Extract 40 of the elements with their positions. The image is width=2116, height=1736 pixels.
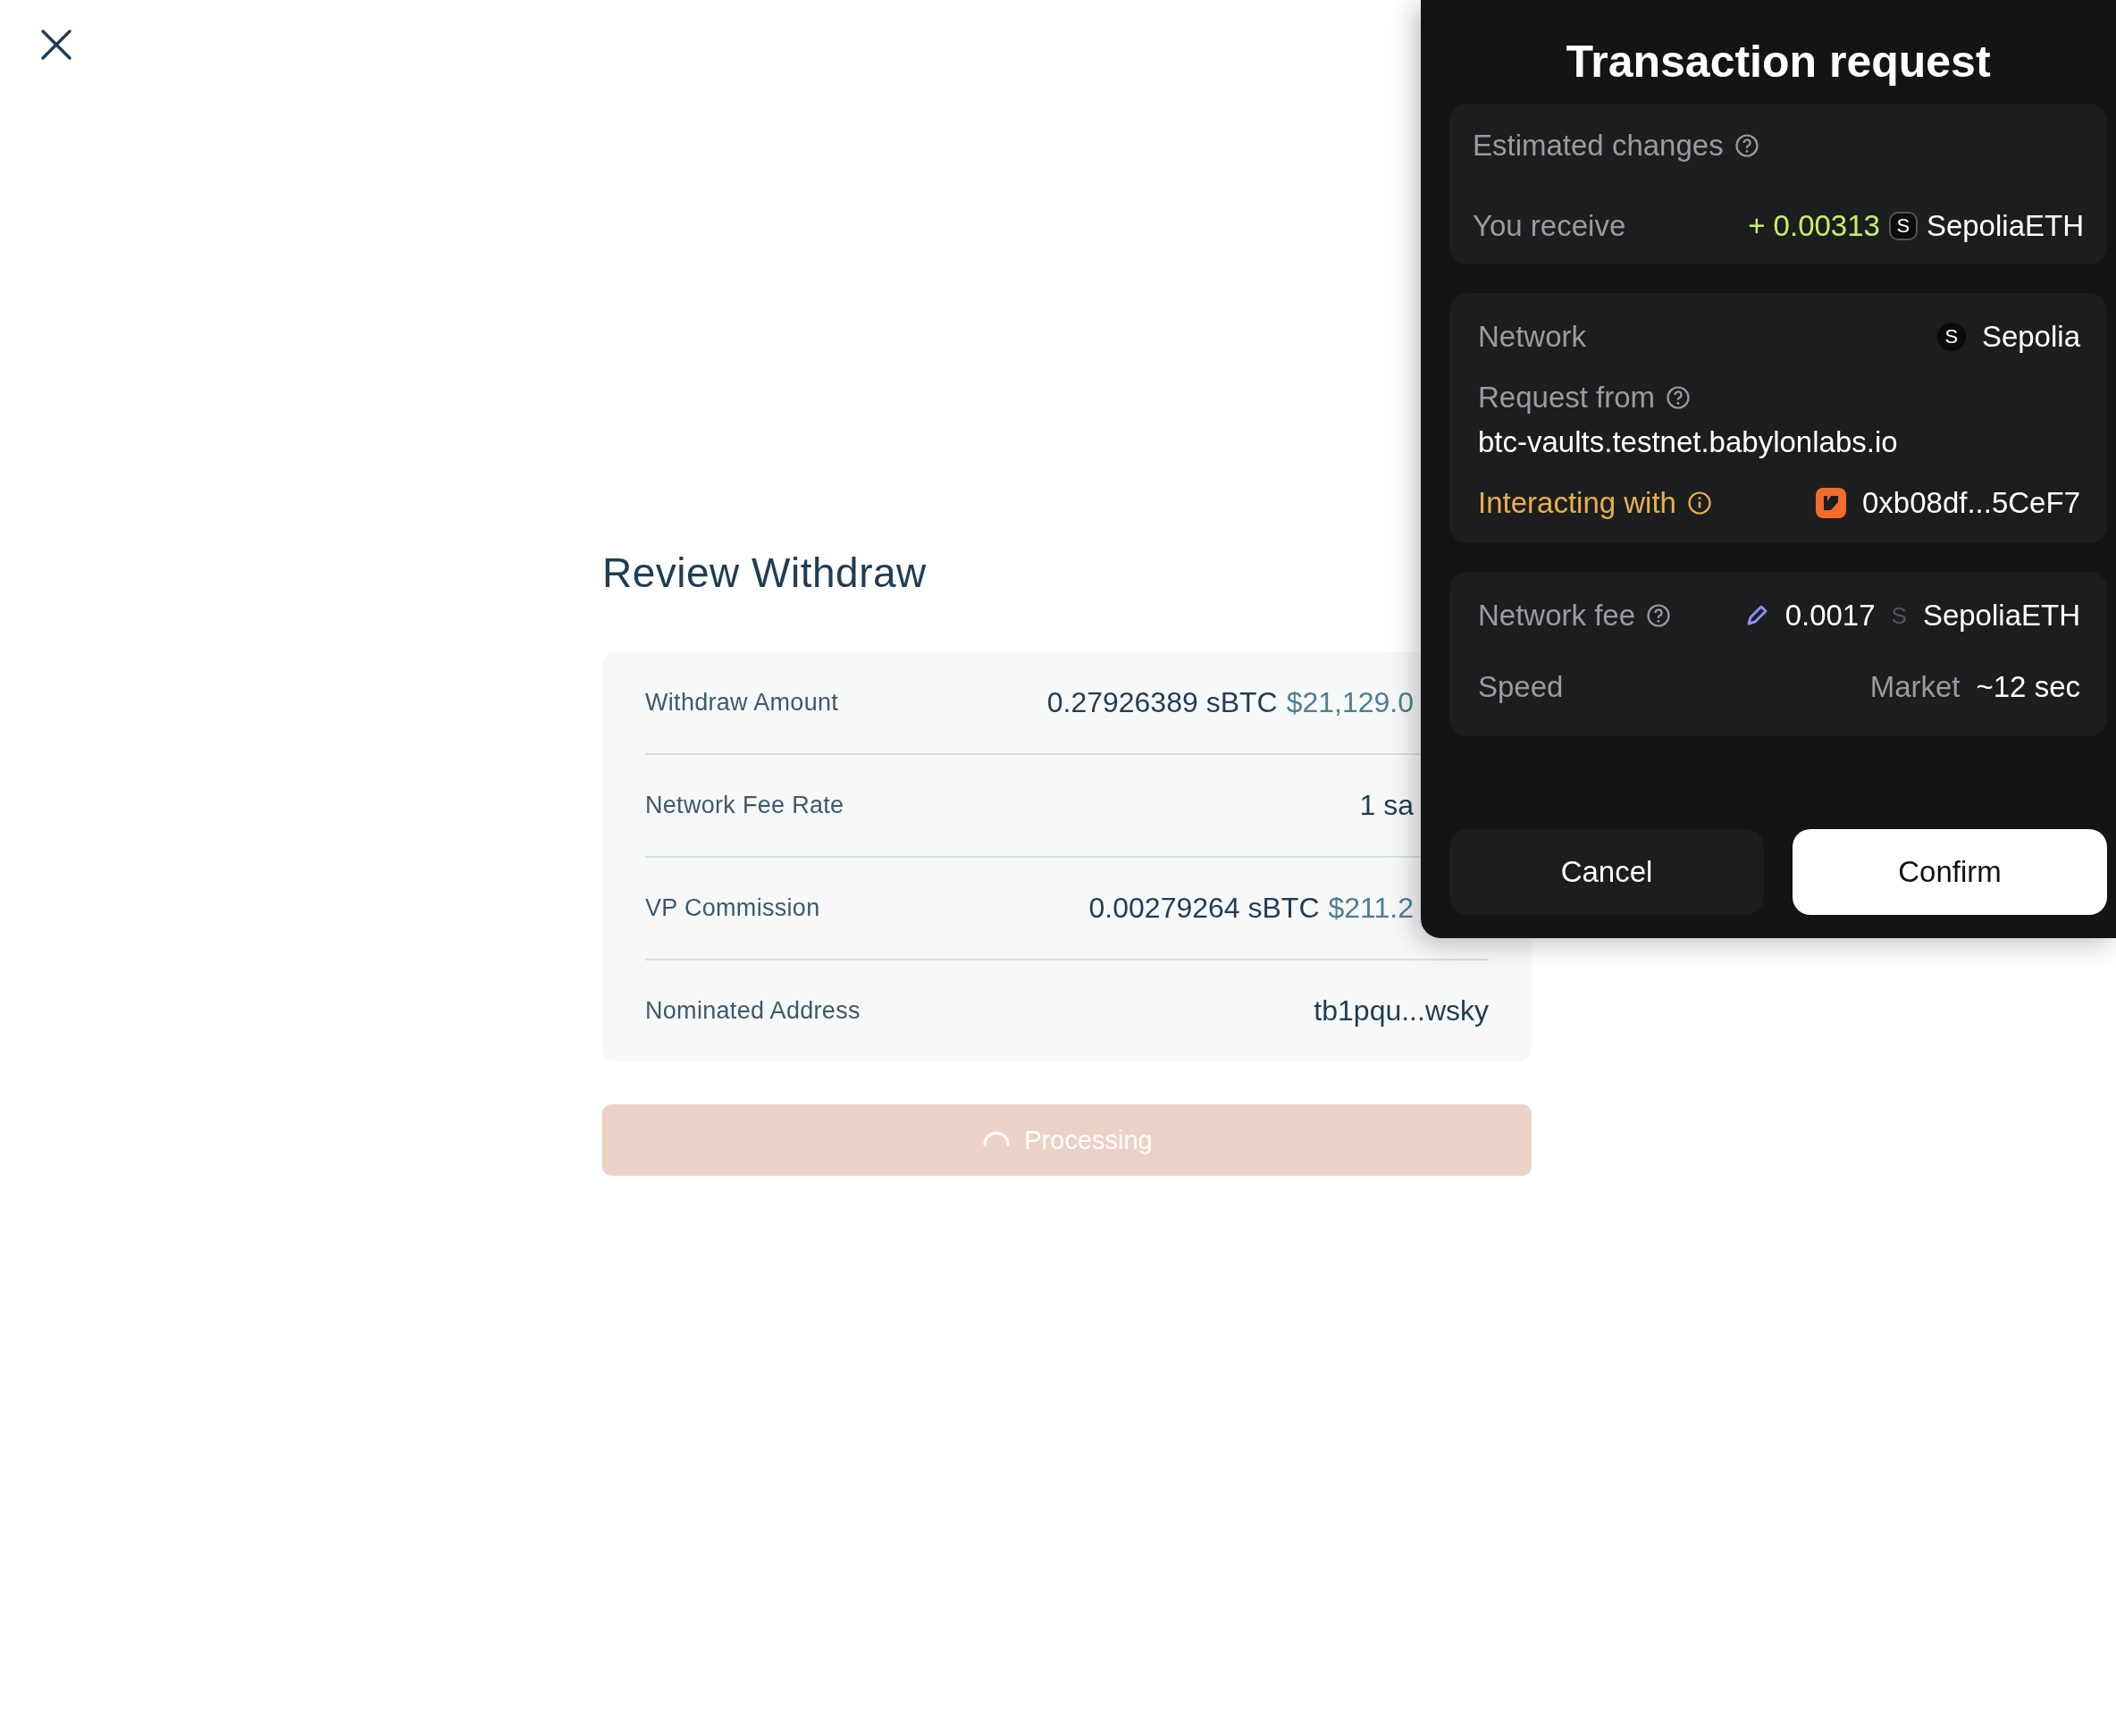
row-label: Network Fee Rate [645,792,844,819]
close-icon [40,29,72,61]
token-icon: S [1888,212,1918,240]
fiat-value: $211.2 [1328,892,1414,925]
contract-address: 0xb08df...5CeF7 [1862,486,2080,520]
row-label: VP Commission [645,894,820,922]
token-icon: S [1891,601,1907,630]
section-heading: Estimated changes [1473,129,1724,163]
cancel-button[interactable]: Cancel [1449,829,1764,915]
help-icon[interactable] [1666,385,1692,410]
dialog-title: Transaction request [1565,36,1992,88]
row-value: 1 sa [1359,789,1414,822]
confirm-button[interactable]: Confirm [1793,829,2107,915]
origin-url: btc-vaults.testnet.babylonlabs.io [1478,425,1899,459]
help-icon[interactable] [1646,603,1672,628]
help-icon[interactable] [1734,133,1759,158]
fiat-value: $21,129.0 [1286,686,1414,719]
row-value: 0.27926389 sBTC [1046,686,1278,719]
speed-value: Market [1869,670,1961,704]
page-title: Review Withdraw [602,549,928,597]
row-label: Nominated Address [645,997,861,1025]
row-value: tb1pqu...wsky [1314,994,1489,1027]
interacting-label: Interacting with [1478,486,1676,520]
fee-amount: 0.0017 [1784,599,1876,633]
receive-label: You receive [1473,209,1626,243]
token-name: SepoliaETH [1926,209,2084,243]
fee-label: Network fee [1478,599,1636,633]
speed-time: ~12 sec [1976,670,2080,704]
request-from-label: Request from [1478,381,1656,415]
token-name: SepoliaETH [1922,599,2080,633]
receive-amount: + 0.00313 [1748,209,1880,243]
contract-icon [1816,488,1846,518]
row-label: Withdraw Amount [645,689,839,717]
row-value: 0.00279264 sBTC [1088,892,1320,925]
network-name: Sepolia [1981,320,2080,354]
speed-label: Speed [1478,670,1564,704]
close-button[interactable] [40,29,72,61]
network-label: Network [1478,320,1587,354]
network-icon: S [1936,323,1966,351]
info-icon[interactable] [1686,491,1712,516]
